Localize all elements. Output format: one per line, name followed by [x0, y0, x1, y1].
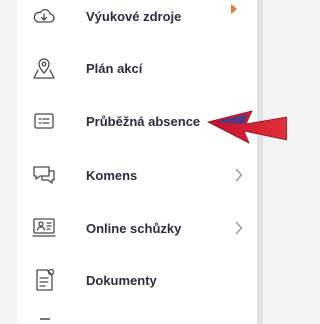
sidebar-item-label: Online schůzky	[86, 220, 182, 236]
sidebar-item-label: Plán akcí	[86, 60, 143, 76]
chevron-right-icon[interactable]	[233, 167, 245, 183]
video-meeting-icon	[29, 213, 59, 243]
sidebar-item-partial	[40, 318, 50, 320]
sidebar-item-dokumenty[interactable]: Dokumenty	[17, 260, 257, 300]
sidebar-item-label: Výukové zdroje	[86, 8, 182, 24]
sidebar-item-label: Dokumenty	[86, 272, 157, 288]
cloud-icon	[29, 1, 59, 31]
sidebar-item-plan-akci[interactable]: Plán akcí	[17, 48, 257, 88]
screen: Výukové zdroje Plán akcí Průběžná absenc…	[0, 0, 287, 324]
main-content-edge	[263, 0, 287, 324]
expand-marker-icon	[231, 4, 237, 14]
sidebar-item-komens[interactable]: Komens	[17, 155, 257, 195]
chat-bubbles-icon	[29, 160, 59, 190]
chevron-right-icon[interactable]	[233, 220, 245, 236]
map-pin-icon	[29, 53, 59, 83]
sidebar-item-label: Komens	[86, 167, 138, 183]
sidebar-item-prubezna-absence[interactable]: Průběžná absence	[17, 101, 257, 141]
attendance-list-icon	[29, 106, 59, 136]
document-icon	[29, 265, 59, 295]
sidebar-item-label: Průběžná absence	[86, 113, 201, 129]
sidebar-item-online-schuzky[interactable]: Online schůzky	[17, 208, 257, 248]
sidebar-item-vyukove-zdroje[interactable]: Výukové zdroje	[17, 0, 257, 36]
